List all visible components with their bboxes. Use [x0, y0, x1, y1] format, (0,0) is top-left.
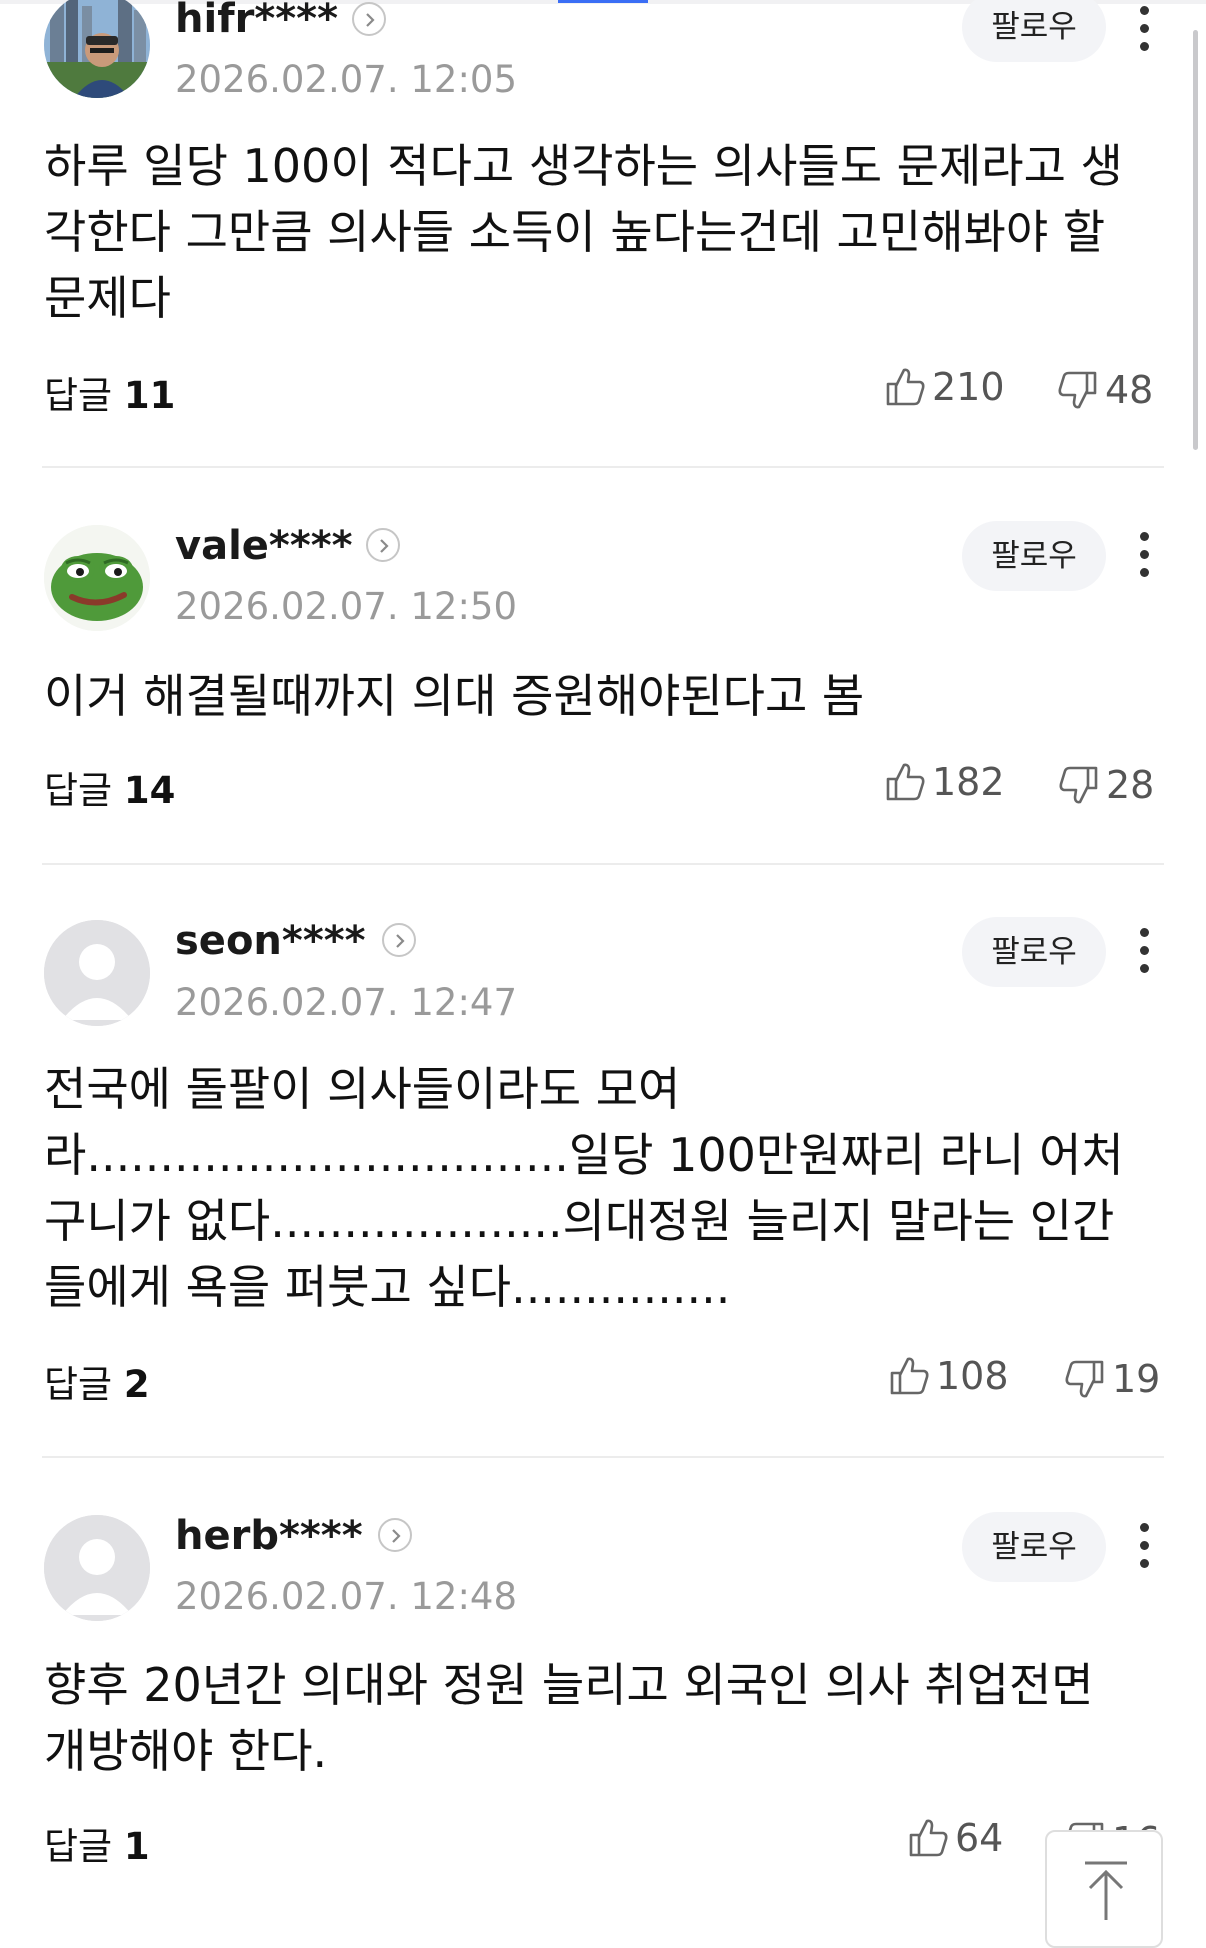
thumbs-down-icon — [1065, 1360, 1104, 1398]
timestamp: 2026.02.07. 12:05 — [175, 58, 517, 101]
reply-number: 1 — [123, 1825, 150, 1868]
follow-button[interactable]: 팔로우 — [962, 521, 1106, 591]
avatar[interactable] — [44, 920, 150, 1026]
avatar[interactable] — [44, 1515, 150, 1621]
like-button[interactable]: 108 — [888, 1351, 1009, 1401]
dislike-button[interactable]: 19 — [1064, 1354, 1160, 1404]
reply-label: 답글 — [44, 769, 113, 812]
like-count: 210 — [932, 365, 1005, 409]
reply-count[interactable]: 답글 11 — [44, 365, 175, 419]
like-button[interactable]: 64 — [907, 1813, 1003, 1863]
comment-body: 하루 일당 100이 적다고 생각하는 의사들도 문제라고 생각한다 그만큼 의… — [44, 139, 1123, 325]
avatar[interactable] — [44, 0, 150, 98]
dislike-count: 19 — [1112, 1357, 1161, 1401]
timestamp: 2026.02.07. 12:50 — [175, 585, 517, 628]
thumbs-up-icon — [886, 763, 925, 801]
timestamp: 2026.02.07. 12:48 — [175, 1575, 517, 1618]
like-count: 108 — [936, 1354, 1009, 1398]
user-name[interactable]: hifr**** — [175, 0, 338, 42]
more-vertical-icon[interactable] — [1130, 924, 1160, 984]
arrow-up-icon — [1085, 1861, 1127, 1920]
reply-count[interactable]: 답글 14 — [44, 760, 175, 814]
timestamp: 2026.02.07. 12:47 — [175, 981, 517, 1024]
chevron-right-icon[interactable] — [378, 1518, 412, 1552]
reply-number: 11 — [123, 374, 176, 417]
chevron-right-icon[interactable] — [366, 528, 400, 562]
thumbs-down-icon — [1059, 766, 1098, 804]
comment-body: 향후 20년간 의대와 정원 늘리고 외국인 의사 취업전면 개방해야 한다. — [44, 1658, 1094, 1778]
reply-label: 답글 — [44, 1363, 113, 1406]
scroll-to-top-button[interactable] — [1045, 1830, 1163, 1948]
reply-label: 답글 — [44, 374, 113, 417]
reply-count[interactable]: 답글 2 — [44, 1354, 150, 1408]
like-button[interactable]: 182 — [884, 757, 1005, 807]
like-count: 182 — [932, 760, 1005, 804]
more-vertical-icon[interactable] — [1130, 1519, 1160, 1579]
like-count: 64 — [955, 1816, 1004, 1860]
chevron-right-icon[interactable] — [382, 923, 416, 957]
comment-body: 전국에 돌팔이 의사들이라도 모여라......................… — [44, 1062, 1124, 1314]
chevron-right-icon[interactable] — [352, 2, 386, 36]
follow-button[interactable]: 팔로우 — [962, 0, 1106, 62]
reply-number: 14 — [123, 769, 176, 812]
thumbs-up-icon — [890, 1357, 929, 1395]
scrollbar[interactable] — [1193, 30, 1198, 450]
thumbs-up-icon — [886, 368, 925, 406]
reply-number: 2 — [123, 1363, 150, 1406]
comment-body: 이거 해결될때까지 의대 증원해야된다고 봄 — [44, 669, 865, 723]
more-vertical-icon[interactable] — [1130, 528, 1160, 588]
divider — [42, 1456, 1164, 1458]
divider — [42, 863, 1164, 865]
follow-button[interactable]: 팔로우 — [962, 1512, 1106, 1582]
user-name[interactable]: herb**** — [175, 1513, 363, 1559]
thumbs-up-icon — [909, 1819, 948, 1857]
dislike-button[interactable]: 48 — [1057, 365, 1153, 415]
like-button[interactable]: 210 — [884, 362, 1005, 412]
dislike-count: 48 — [1105, 368, 1154, 412]
avatar[interactable] — [44, 525, 150, 631]
active-tab-indicator — [558, 0, 648, 3]
dislike-button[interactable]: 28 — [1058, 760, 1154, 810]
user-name[interactable]: vale**** — [175, 523, 353, 569]
divider — [42, 466, 1164, 468]
reply-count[interactable]: 답글 1 — [44, 1816, 150, 1870]
dislike-count: 28 — [1106, 763, 1155, 807]
user-name[interactable]: seon**** — [175, 918, 366, 964]
more-vertical-icon[interactable] — [1130, 2, 1160, 62]
thumbs-down-icon — [1058, 371, 1097, 409]
follow-button[interactable]: 팔로우 — [962, 917, 1106, 987]
reply-label: 답글 — [44, 1825, 113, 1868]
